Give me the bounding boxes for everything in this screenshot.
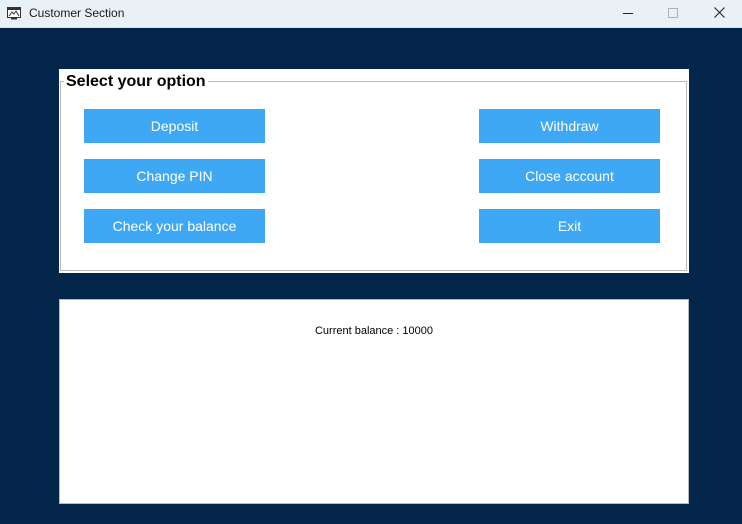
title-bar[interactable]: Customer Section — [0, 0, 742, 28]
maximize-icon — [668, 5, 678, 23]
options-legend: Select your option — [64, 72, 208, 92]
window-title: Customer Section — [29, 6, 125, 20]
close-window-button[interactable] — [696, 0, 742, 27]
change-pin-button[interactable]: Change PIN — [84, 159, 265, 193]
options-panel: Select your option Deposit Change PIN Ch… — [59, 69, 689, 273]
minimize-button[interactable] — [605, 0, 651, 27]
withdraw-button[interactable]: Withdraw — [479, 109, 660, 143]
app-window: Customer Section Select your option Depo… — [0, 0, 742, 524]
minimize-icon — [623, 5, 633, 23]
app-window-icon — [7, 7, 21, 20]
output-panel: Current balance : 10000 — [59, 299, 689, 504]
current-balance-label: Current balance : 10000 — [314, 325, 434, 337]
close-icon — [713, 5, 725, 23]
content-area: Select your option Deposit Change PIN Ch… — [0, 28, 742, 524]
deposit-button[interactable]: Deposit — [84, 109, 265, 143]
exit-button[interactable]: Exit — [479, 209, 660, 243]
maximize-button[interactable] — [650, 0, 696, 27]
check-balance-button[interactable]: Check your balance — [84, 209, 265, 243]
close-account-button[interactable]: Close account — [479, 159, 660, 193]
